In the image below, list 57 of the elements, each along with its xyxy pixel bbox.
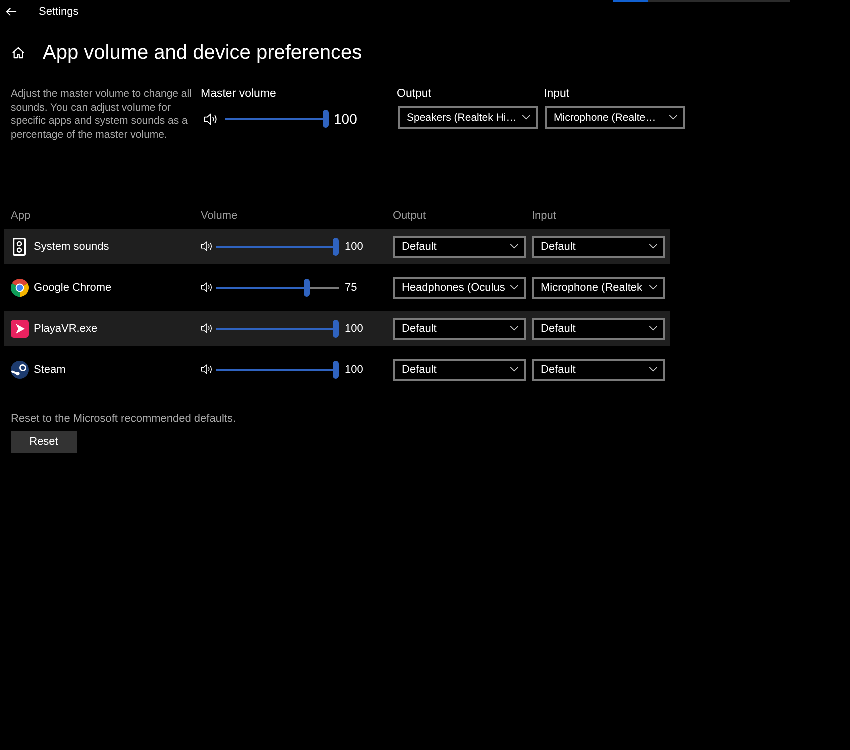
ring-logo-icon [11, 278, 29, 296]
output-dropdown[interactable]: Headphones (Oculus [393, 276, 526, 298]
back-arrow-icon[interactable] [6, 7, 17, 17]
slider-thumb[interactable] [304, 278, 310, 296]
volume-icon [204, 112, 218, 126]
volume-value: 75 [345, 282, 358, 294]
column-header: App [11, 210, 32, 223]
chevron-down-icon [510, 285, 519, 290]
volume-icon [201, 364, 213, 375]
page-title: App volume and device preferences [43, 42, 362, 64]
output-dropdown[interactable]: Default [393, 236, 526, 258]
round-logo-icon [11, 360, 29, 378]
app-name: Steam [34, 364, 66, 376]
input-dropdown[interactable]: Microphone (Realte… [545, 106, 685, 129]
chevron-down-icon [649, 244, 658, 249]
column-header: Input [532, 210, 558, 223]
output-label: Output [397, 88, 433, 101]
input-dropdown[interactable]: Default [532, 318, 665, 340]
master-volume-label: Master volume [201, 88, 278, 101]
slider-thumb[interactable] [333, 360, 339, 378]
output-dropdown[interactable]: Speakers (Realtek Hi… [398, 106, 538, 129]
volume-icon [201, 282, 213, 293]
app-name: PlayaVR.exe [34, 322, 98, 334]
chevron-down-icon [649, 367, 658, 372]
volume-value: 100 [345, 364, 364, 376]
input-label: Input [544, 88, 571, 101]
description-text: Adjust the master volume to change all sounds. You can adjust volume for specific apps and system sounds as a percentage of the master volume. [11, 88, 193, 142]
chevron-down-icon [649, 326, 658, 331]
volume-value: 100 [345, 240, 364, 252]
chevron-down-icon [522, 115, 531, 120]
chevron-down-icon [510, 244, 519, 249]
column-header: Volume [201, 210, 239, 223]
slider-thumb[interactable] [333, 320, 339, 338]
chevron-down-icon [510, 367, 519, 372]
app-name: System sounds [34, 240, 110, 252]
slider-thumb[interactable] [333, 238, 339, 256]
chevron-down-icon [669, 115, 678, 120]
play-tile-icon [11, 320, 29, 338]
chevron-down-icon [510, 326, 519, 331]
home-icon[interactable] [12, 47, 25, 59]
volume-icon [201, 241, 213, 252]
volume-value: 100 [345, 322, 364, 334]
reset-button[interactable]: Reset [11, 431, 77, 453]
speaker-icon [13, 238, 26, 256]
volume-value: 100 [334, 111, 358, 127]
output-dropdown[interactable]: Default [393, 318, 526, 340]
input-dropdown[interactable]: Default [532, 358, 665, 380]
app-name: Google Chrome [34, 282, 112, 294]
input-dropdown[interactable]: Default [532, 236, 665, 258]
output-dropdown[interactable]: Default [393, 358, 526, 380]
column-header: Output [393, 210, 428, 223]
input-dropdown[interactable]: Microphone (Realtek [532, 276, 665, 298]
app-title: Settings [39, 6, 79, 18]
reset-description: Reset to the Microsoft recommended defaults. [11, 413, 236, 426]
slider-thumb[interactable] [323, 110, 329, 128]
volume-icon [201, 323, 213, 334]
chevron-down-icon [649, 285, 658, 290]
